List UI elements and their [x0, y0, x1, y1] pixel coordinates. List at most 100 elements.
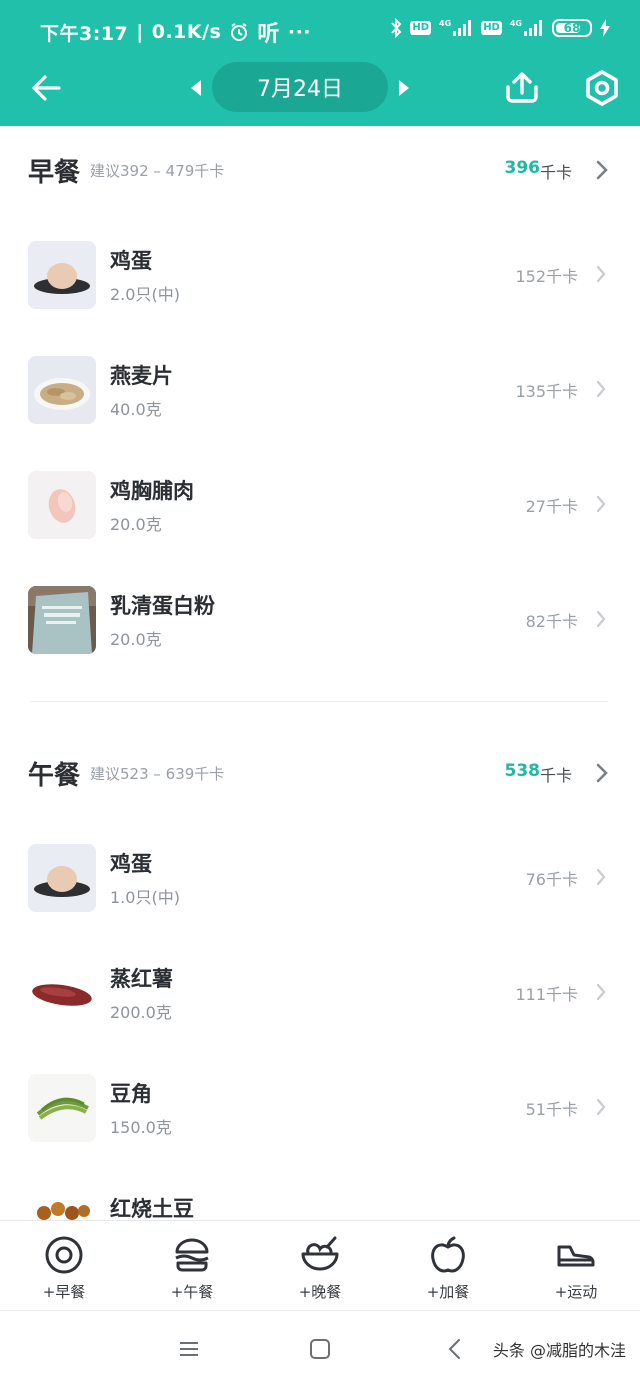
recent-apps-icon[interactable]: [174, 1335, 204, 1363]
food-name: 燕麦片: [110, 364, 173, 388]
food-amount: 150.0克: [110, 1118, 172, 1137]
food-kcal: 152千卡: [515, 267, 578, 286]
food-item-chicken-breast[interactable]: 鸡胸脯肉 20.0克 27千卡: [0, 471, 640, 571]
next-day-icon[interactable]: [394, 76, 414, 100]
signal-icon-2: 4G: [510, 20, 544, 36]
battery-level: 68: [563, 21, 581, 35]
home-icon[interactable]: [305, 1335, 335, 1363]
alarm-icon: [229, 22, 249, 42]
chevron-right-icon: [596, 763, 608, 783]
food-kcal: 51千卡: [525, 1100, 578, 1119]
meal-header-breakfast[interactable]: 早餐 建议392 – 479千卡 396 千卡: [0, 126, 640, 216]
sweet-potato-thumbnail: [28, 959, 96, 1027]
add-breakfast-button[interactable]: +早餐: [0, 1221, 128, 1310]
settings-icon[interactable]: [582, 68, 622, 108]
add-dinner-button[interactable]: +晚餐: [256, 1221, 384, 1310]
status-bar: 下午3:17 | 0.1K/s 听 ··· HD 4G HD 4G 68: [0, 0, 640, 58]
charging-icon: [600, 19, 610, 37]
hd-badge-1: HD: [410, 21, 432, 35]
app-header: 下午3:17 | 0.1K/s 听 ··· HD 4G HD 4G 68 7月2…: [0, 0, 640, 126]
meal-list: 早餐 建议392 – 479千卡 396 千卡 鸡蛋 2.0只(中) 152千卡…: [0, 126, 640, 1220]
section-divider: [30, 701, 608, 702]
shoe-icon: [556, 1235, 596, 1275]
food-kcal: 82千卡: [525, 612, 578, 631]
add-snack-button[interactable]: +加餐: [384, 1221, 512, 1310]
hd-badge-2: HD: [481, 21, 502, 35]
egg-icon: [44, 1235, 84, 1275]
whey-thumbnail: [28, 586, 96, 654]
food-kcal: 111千卡: [515, 985, 578, 1004]
system-nav-bar: 头条 @减脂的木洼: [0, 1310, 640, 1386]
system-back-icon[interactable]: [440, 1335, 470, 1363]
status-time: 下午3:17: [40, 22, 129, 45]
food-kcal: 76千卡: [525, 870, 578, 889]
food-item-egg[interactable]: 鸡蛋 1.0只(中) 76千卡: [0, 844, 640, 944]
bowl-icon: [300, 1235, 340, 1275]
meal-kcal-unit: 千卡: [539, 766, 572, 785]
braised-potato-thumbnail: [28, 1189, 96, 1220]
food-name: 蒸红薯: [110, 967, 173, 991]
food-item-green-beans[interactable]: 豆角 150.0克 51千卡: [0, 1074, 640, 1174]
action-label: +早餐: [42, 1283, 86, 1301]
food-name: 鸡蛋: [110, 852, 152, 876]
chevron-right-icon: [596, 1098, 606, 1116]
chevron-right-icon: [596, 983, 606, 1001]
status-right: HD 4G HD 4G 68: [390, 18, 610, 38]
food-item-sweet-potato[interactable]: 蒸红薯 200.0克 111千卡: [0, 959, 640, 1059]
action-label: +加餐: [426, 1283, 470, 1301]
food-item-braised-potato[interactable]: 红烧土豆: [0, 1189, 640, 1220]
action-label: +午餐: [170, 1283, 214, 1301]
food-name: 红烧土豆: [110, 1197, 194, 1220]
egg-thumbnail: [28, 844, 96, 912]
food-amount: 1.0只(中): [110, 888, 180, 907]
chevron-right-icon: [596, 868, 606, 886]
food-item-egg[interactable]: 鸡蛋 2.0只(中) 152千卡: [0, 241, 640, 341]
net-speed: 0.1K/s: [151, 21, 222, 43]
food-kcal: 135千卡: [515, 382, 578, 401]
bluetooth-icon: [390, 18, 402, 38]
status-left: 下午3:17 | 0.1K/s 听 ···: [40, 16, 311, 48]
food-name: 豆角: [110, 1082, 152, 1106]
chicken-thumbnail: [28, 471, 96, 539]
back-arrow-icon[interactable]: [28, 70, 64, 106]
nav-bar: 7月24日: [0, 58, 640, 126]
meal-title: 午餐: [28, 761, 81, 791]
meal-kcal-total: 538: [504, 761, 541, 781]
meal-suggestion: 建议523 – 639千卡: [90, 765, 225, 783]
meal-kcal-total: 396: [504, 158, 541, 178]
chevron-right-icon: [596, 610, 606, 628]
meal-header-lunch[interactable]: 午餐 建议523 – 639千卡 538 千卡: [0, 729, 640, 819]
chevron-right-icon: [596, 265, 606, 283]
meal-title: 早餐: [28, 158, 81, 188]
food-item-whey-protein[interactable]: 乳清蛋白粉 20.0克 82千卡: [0, 586, 640, 686]
add-lunch-button[interactable]: +午餐: [128, 1221, 256, 1310]
meal-kcal-unit: 千卡: [539, 163, 572, 182]
chevron-right-icon: [596, 495, 606, 513]
egg-thumbnail: [28, 241, 96, 309]
oats-thumbnail: [28, 356, 96, 424]
green-beans-thumbnail: [28, 1074, 96, 1142]
watermark: 头条 @减脂的木洼: [492, 1341, 626, 1360]
signal-icon-1: 4G: [439, 20, 473, 36]
food-name: 鸡蛋: [110, 249, 152, 273]
burger-icon: [172, 1235, 212, 1275]
add-record-bar: +早餐 +午餐 +晚餐 +加餐 +运动: [0, 1220, 640, 1310]
battery-icon: 68: [552, 19, 592, 37]
food-kcal: 27千卡: [525, 497, 578, 516]
food-amount: 2.0只(中): [110, 285, 180, 304]
food-amount: 40.0克: [110, 400, 162, 419]
listen-icon: 听: [257, 22, 280, 47]
action-label: +晚餐: [298, 1283, 342, 1301]
food-amount: 200.0克: [110, 1003, 172, 1022]
apple-icon: [428, 1235, 468, 1275]
food-amount: 20.0克: [110, 630, 162, 649]
date-selector[interactable]: 7月24日: [212, 62, 388, 112]
add-exercise-button[interactable]: +运动: [512, 1221, 640, 1310]
food-name: 鸡胸脯肉: [110, 479, 194, 503]
share-icon[interactable]: [502, 68, 542, 108]
more-icon: ···: [287, 21, 312, 43]
prev-day-icon[interactable]: [186, 76, 206, 100]
food-item-oats[interactable]: 燕麦片 40.0克 135千卡: [0, 356, 640, 456]
action-label: +运动: [554, 1283, 598, 1301]
food-name: 乳清蛋白粉: [110, 594, 215, 618]
